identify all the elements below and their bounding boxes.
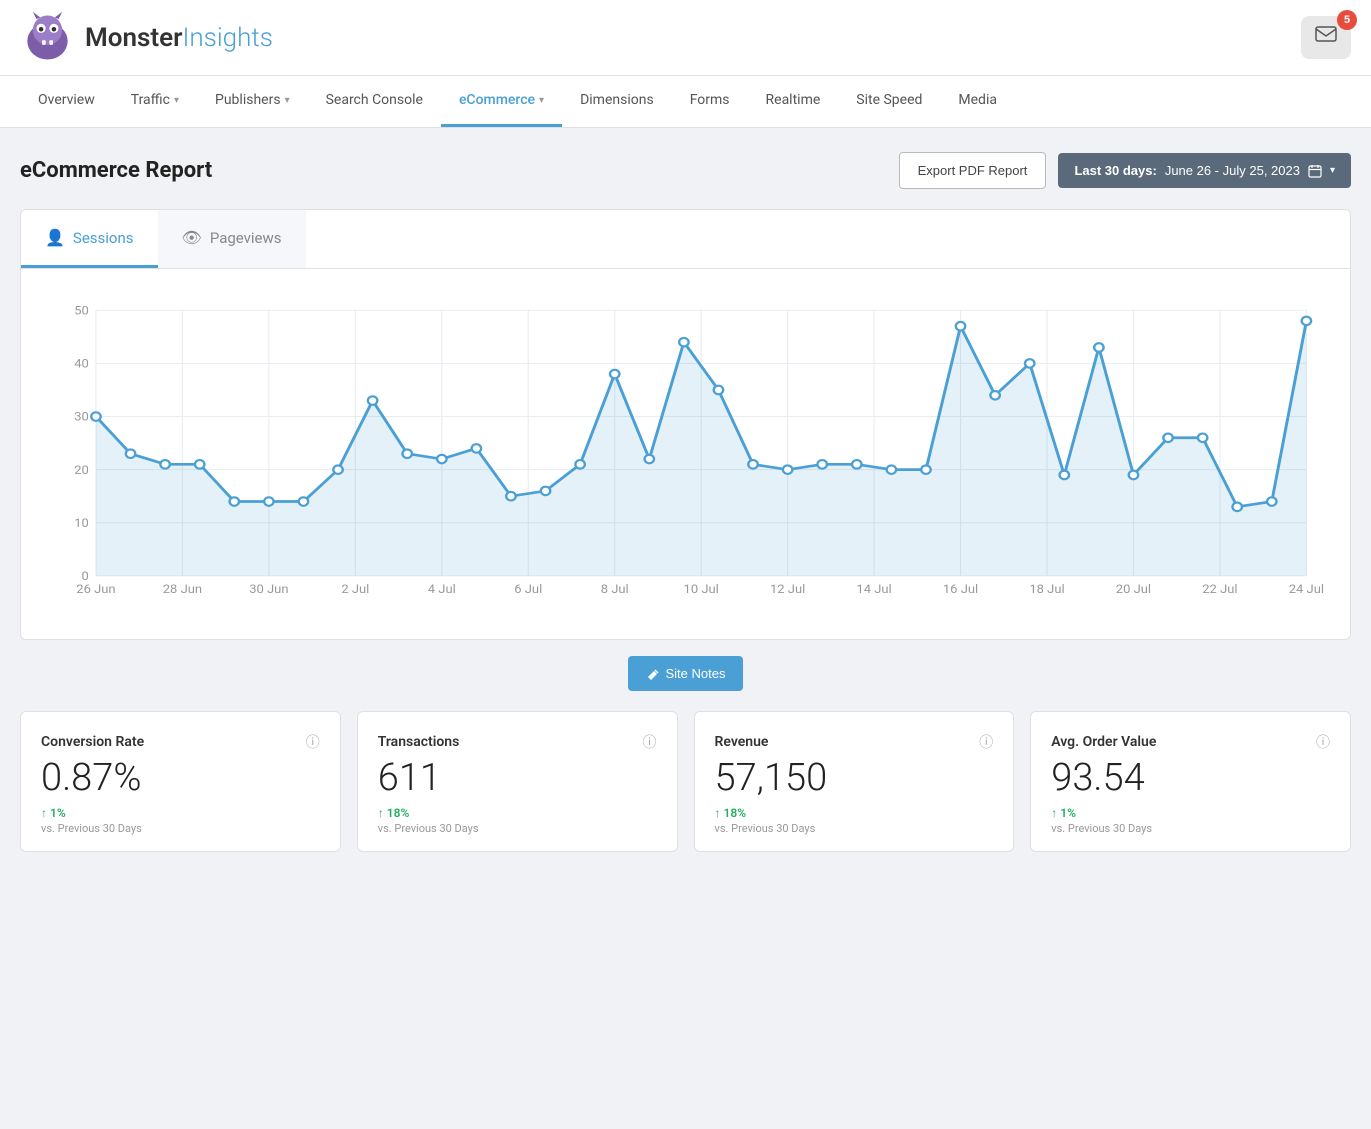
tab-sessions-label: Sessions	[73, 229, 134, 247]
chevron-down-icon: ▾	[1330, 165, 1335, 176]
svg-text:20 Jul: 20 Jul	[1116, 583, 1151, 596]
nav-item-ecommerce[interactable]: eCommerce ▾	[441, 76, 562, 127]
svg-text:20: 20	[74, 464, 89, 477]
svg-text:6 Jul: 6 Jul	[514, 583, 542, 596]
inbox-icon	[1315, 26, 1337, 44]
metric-change: 18%	[378, 806, 657, 820]
metric-change: 1%	[41, 806, 320, 820]
main-nav: Overview Traffic ▾ Publishers ▾ Search C…	[0, 76, 1371, 128]
metric-card-avg-order-value: Avg. Order Value ⓘ 93.54 1% vs. Previous…	[1030, 711, 1351, 852]
header-right: 5	[1301, 16, 1351, 59]
logo: MonsterInsights	[20, 10, 273, 65]
export-pdf-button[interactable]: Export PDF Report	[899, 152, 1047, 189]
nav-item-search-console[interactable]: Search Console	[308, 76, 441, 127]
metric-vs: vs. Previous 30 Days	[378, 822, 657, 835]
metric-value: 93.54	[1051, 758, 1330, 800]
page-header-actions: Export PDF Report Last 30 days: June 26 …	[899, 152, 1351, 189]
nav-item-traffic[interactable]: Traffic ▾	[113, 76, 197, 127]
page-title: eCommerce Report	[20, 158, 212, 183]
info-icon[interactable]: ⓘ	[643, 732, 657, 752]
metric-label: Transactions	[378, 734, 460, 750]
date-range-label: Last 30 days:	[1074, 163, 1156, 178]
metric-label: Conversion Rate	[41, 734, 144, 750]
metric-vs: vs. Previous 30 Days	[1051, 822, 1330, 835]
metric-change: 18%	[715, 806, 994, 820]
logo-text: MonsterInsights	[85, 23, 273, 53]
metric-vs: vs. Previous 30 Days	[715, 822, 994, 835]
svg-text:12 Jul: 12 Jul	[770, 583, 805, 596]
notification-button[interactable]: 5	[1301, 16, 1351, 59]
nav-item-forms[interactable]: Forms	[672, 76, 748, 127]
metric-value: 0.87%	[41, 758, 320, 800]
metric-header: Avg. Order Value ⓘ	[1051, 732, 1330, 752]
tab-pageviews[interactable]: 👁 Pageviews	[158, 210, 306, 268]
info-icon[interactable]: ⓘ	[979, 732, 993, 752]
svg-text:4 Jul: 4 Jul	[428, 583, 456, 596]
metric-header: Transactions ⓘ	[378, 732, 657, 752]
svg-text:2 Jul: 2 Jul	[341, 583, 369, 596]
monster-icon	[20, 10, 75, 65]
nav-item-overview[interactable]: Overview	[20, 76, 113, 127]
notification-badge: 5	[1337, 10, 1357, 30]
date-range-value: June 26 - July 25, 2023	[1165, 163, 1300, 178]
chart-card: 👤 Sessions 👁 Pageviews 0 10 20 30 40 50 26 Jun…	[20, 209, 1351, 640]
chevron-down-icon: ▾	[174, 95, 179, 106]
nav-item-dimensions[interactable]: Dimensions	[562, 76, 672, 127]
metric-header: Conversion Rate ⓘ	[41, 732, 320, 752]
svg-text:8 Jul: 8 Jul	[601, 583, 629, 596]
metric-card-revenue: Revenue ⓘ 57,150 18% vs. Previous 30 Day…	[694, 711, 1015, 852]
svg-text:50: 50	[74, 305, 89, 318]
chart-container: 0 10 20 30 40 50 26 Jun 28 Jun 30 Jun 2 Jul 4 Jul 6…	[31, 289, 1330, 629]
metric-card-transactions: Transactions ⓘ 611 18% vs. Previous 30 D…	[357, 711, 678, 852]
chart-tabs: 👤 Sessions 👁 Pageviews	[21, 210, 1350, 269]
header: MonsterInsights 5	[0, 0, 1371, 76]
line-chart: 0 10 20 30 40 50 26 Jun 28 Jun 30 Jun 2 Jul 4 Jul 6…	[31, 289, 1330, 629]
site-notes-label: Site Notes	[666, 666, 726, 681]
nav-item-publishers[interactable]: Publishers ▾	[197, 76, 308, 127]
eye-icon: 👁	[182, 228, 202, 247]
nav-item-site-speed[interactable]: Site Speed	[838, 76, 940, 127]
svg-text:0: 0	[82, 571, 89, 584]
metric-value: 57,150	[715, 758, 994, 800]
pencil-icon	[646, 667, 660, 681]
chart-body: 0 10 20 30 40 50 26 Jun 28 Jun 30 Jun 2 Jul 4 Jul 6…	[21, 269, 1350, 639]
site-notes-row: Site Notes	[20, 656, 1351, 691]
svg-text:26 Jun: 26 Jun	[76, 583, 115, 596]
nav-item-media[interactable]: Media	[940, 76, 1015, 127]
svg-text:18 Jul: 18 Jul	[1029, 583, 1064, 596]
info-icon[interactable]: ⓘ	[306, 732, 320, 752]
page-header: eCommerce Report Export PDF Report Last …	[20, 152, 1351, 189]
info-icon[interactable]: ⓘ	[1316, 732, 1330, 752]
svg-text:30 Jun: 30 Jun	[249, 583, 288, 596]
svg-text:10: 10	[74, 518, 89, 531]
logo-insights: Insights	[182, 23, 273, 53]
svg-text:16 Jul: 16 Jul	[943, 583, 978, 596]
tab-sessions[interactable]: 👤 Sessions	[21, 210, 158, 268]
metric-vs: vs. Previous 30 Days	[41, 822, 320, 835]
page-content: eCommerce Report Export PDF Report Last …	[0, 128, 1371, 876]
chevron-down-icon: ▾	[285, 95, 290, 106]
svg-text:28 Jun: 28 Jun	[163, 583, 202, 596]
nav-item-realtime[interactable]: Realtime	[748, 76, 839, 127]
metric-label: Revenue	[715, 734, 769, 750]
metric-change: 1%	[1051, 806, 1330, 820]
metric-value: 611	[378, 758, 657, 800]
svg-text:30: 30	[74, 411, 89, 424]
svg-text:10 Jul: 10 Jul	[684, 583, 719, 596]
metric-label: Avg. Order Value	[1051, 734, 1156, 750]
metric-header: Revenue ⓘ	[715, 732, 994, 752]
svg-text:14 Jul: 14 Jul	[856, 583, 891, 596]
svg-text:24 Jul: 24 Jul	[1289, 583, 1324, 596]
calendar-icon	[1308, 164, 1322, 178]
metric-cards: Conversion Rate ⓘ 0.87% 1% vs. Previous …	[20, 711, 1351, 852]
site-notes-button[interactable]: Site Notes	[628, 656, 744, 691]
chevron-down-icon: ▾	[539, 95, 544, 106]
svg-text:22 Jul: 22 Jul	[1202, 583, 1237, 596]
logo-monster: Monster	[85, 23, 182, 53]
metric-card-conversion-rate: Conversion Rate ⓘ 0.87% 1% vs. Previous …	[20, 711, 341, 852]
tab-pageviews-label: Pageviews	[210, 229, 282, 247]
date-range-button[interactable]: Last 30 days: June 26 - July 25, 2023 ▾	[1058, 153, 1351, 188]
person-icon: 👤	[45, 228, 65, 247]
svg-text:40: 40	[74, 358, 89, 371]
